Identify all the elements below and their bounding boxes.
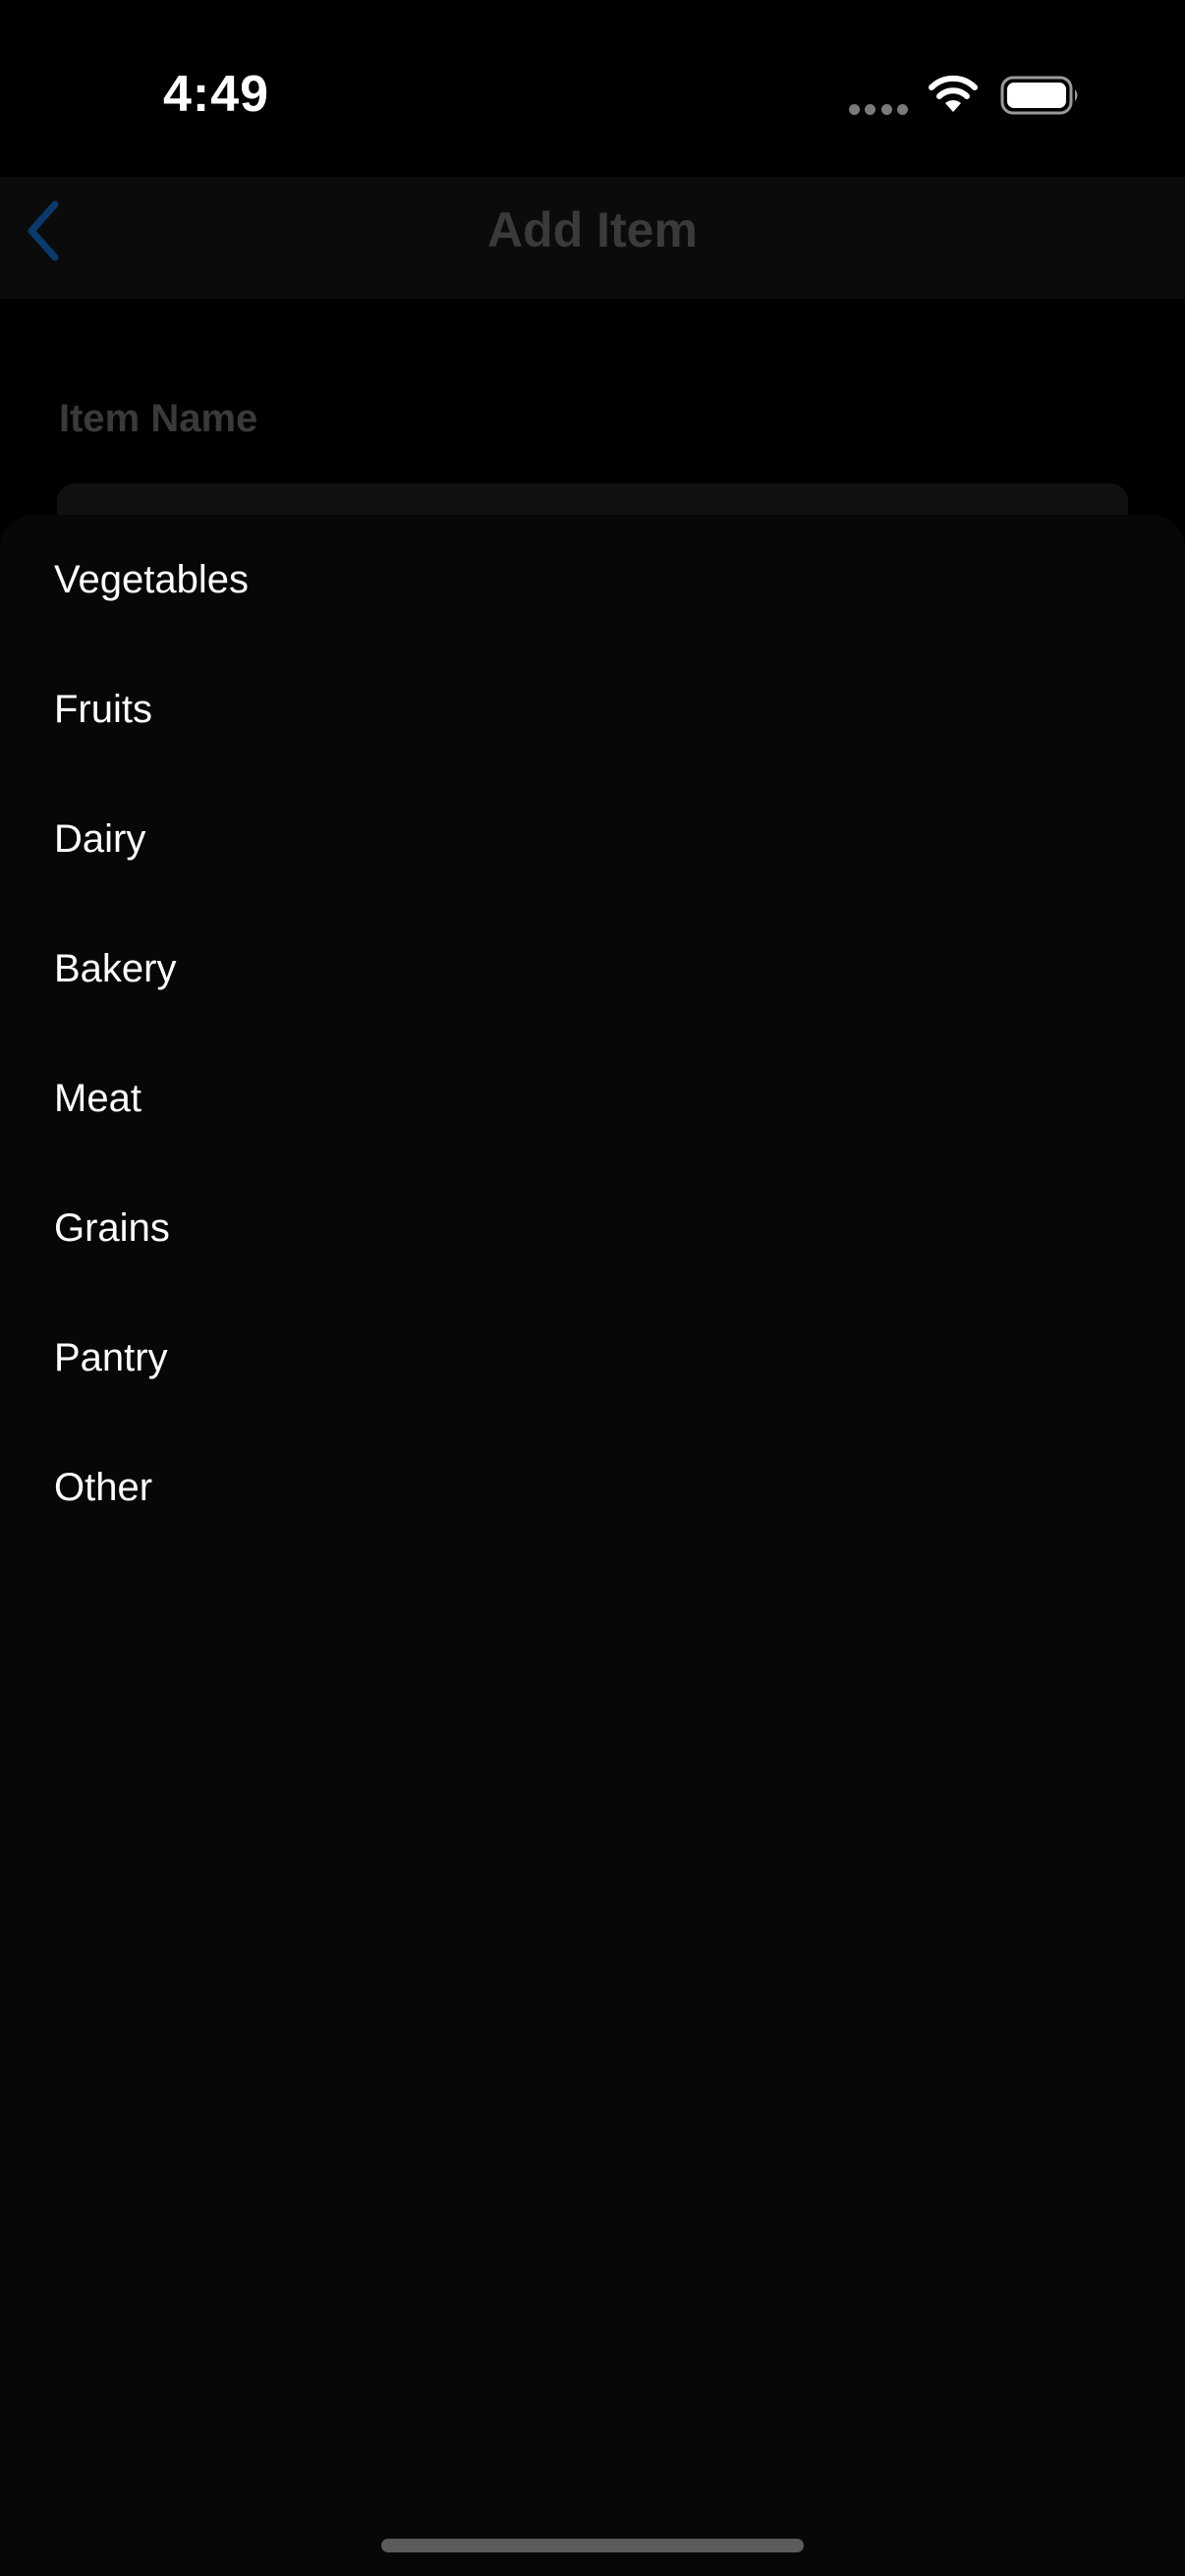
category-option-label: Pantry xyxy=(54,1335,168,1379)
category-option-label: Bakery xyxy=(54,946,177,990)
category-option-label: Vegetables xyxy=(54,557,249,601)
category-option-label: Grains xyxy=(54,1205,170,1250)
category-option-label: Dairy xyxy=(54,816,146,861)
category-option-list: Vegetables Fruits Dairy Bakery Meat Grai… xyxy=(0,515,1185,1552)
category-sheet: Vegetables Fruits Dairy Bakery Meat Grai… xyxy=(0,515,1185,2576)
category-option-other[interactable]: Other xyxy=(0,1423,1185,1552)
category-option-vegetables[interactable]: Vegetables xyxy=(0,515,1185,644)
item-name-label: Item Name xyxy=(59,397,258,440)
category-option-dairy[interactable]: Dairy xyxy=(0,774,1185,904)
dynamic-island xyxy=(407,39,776,149)
page-title: Add Item xyxy=(487,202,698,257)
category-option-fruits[interactable]: Fruits xyxy=(0,644,1185,774)
status-time: 4:49 xyxy=(163,66,270,123)
battery-icon xyxy=(1000,76,1078,115)
wifi-icon xyxy=(929,75,978,112)
home-indicator[interactable] xyxy=(381,2539,804,2552)
category-option-label: Meat xyxy=(54,1076,141,1120)
category-option-bakery[interactable]: Bakery xyxy=(0,904,1185,1034)
signal-dots-icon xyxy=(849,102,908,116)
category-option-meat[interactable]: Meat xyxy=(0,1034,1185,1163)
category-option-label: Other xyxy=(54,1465,153,1509)
status-bar: 4:49 xyxy=(0,0,1185,177)
category-option-grains[interactable]: Grains xyxy=(0,1163,1185,1293)
category-option-label: Fruits xyxy=(54,687,152,731)
category-option-pantry[interactable]: Pantry xyxy=(0,1293,1185,1423)
